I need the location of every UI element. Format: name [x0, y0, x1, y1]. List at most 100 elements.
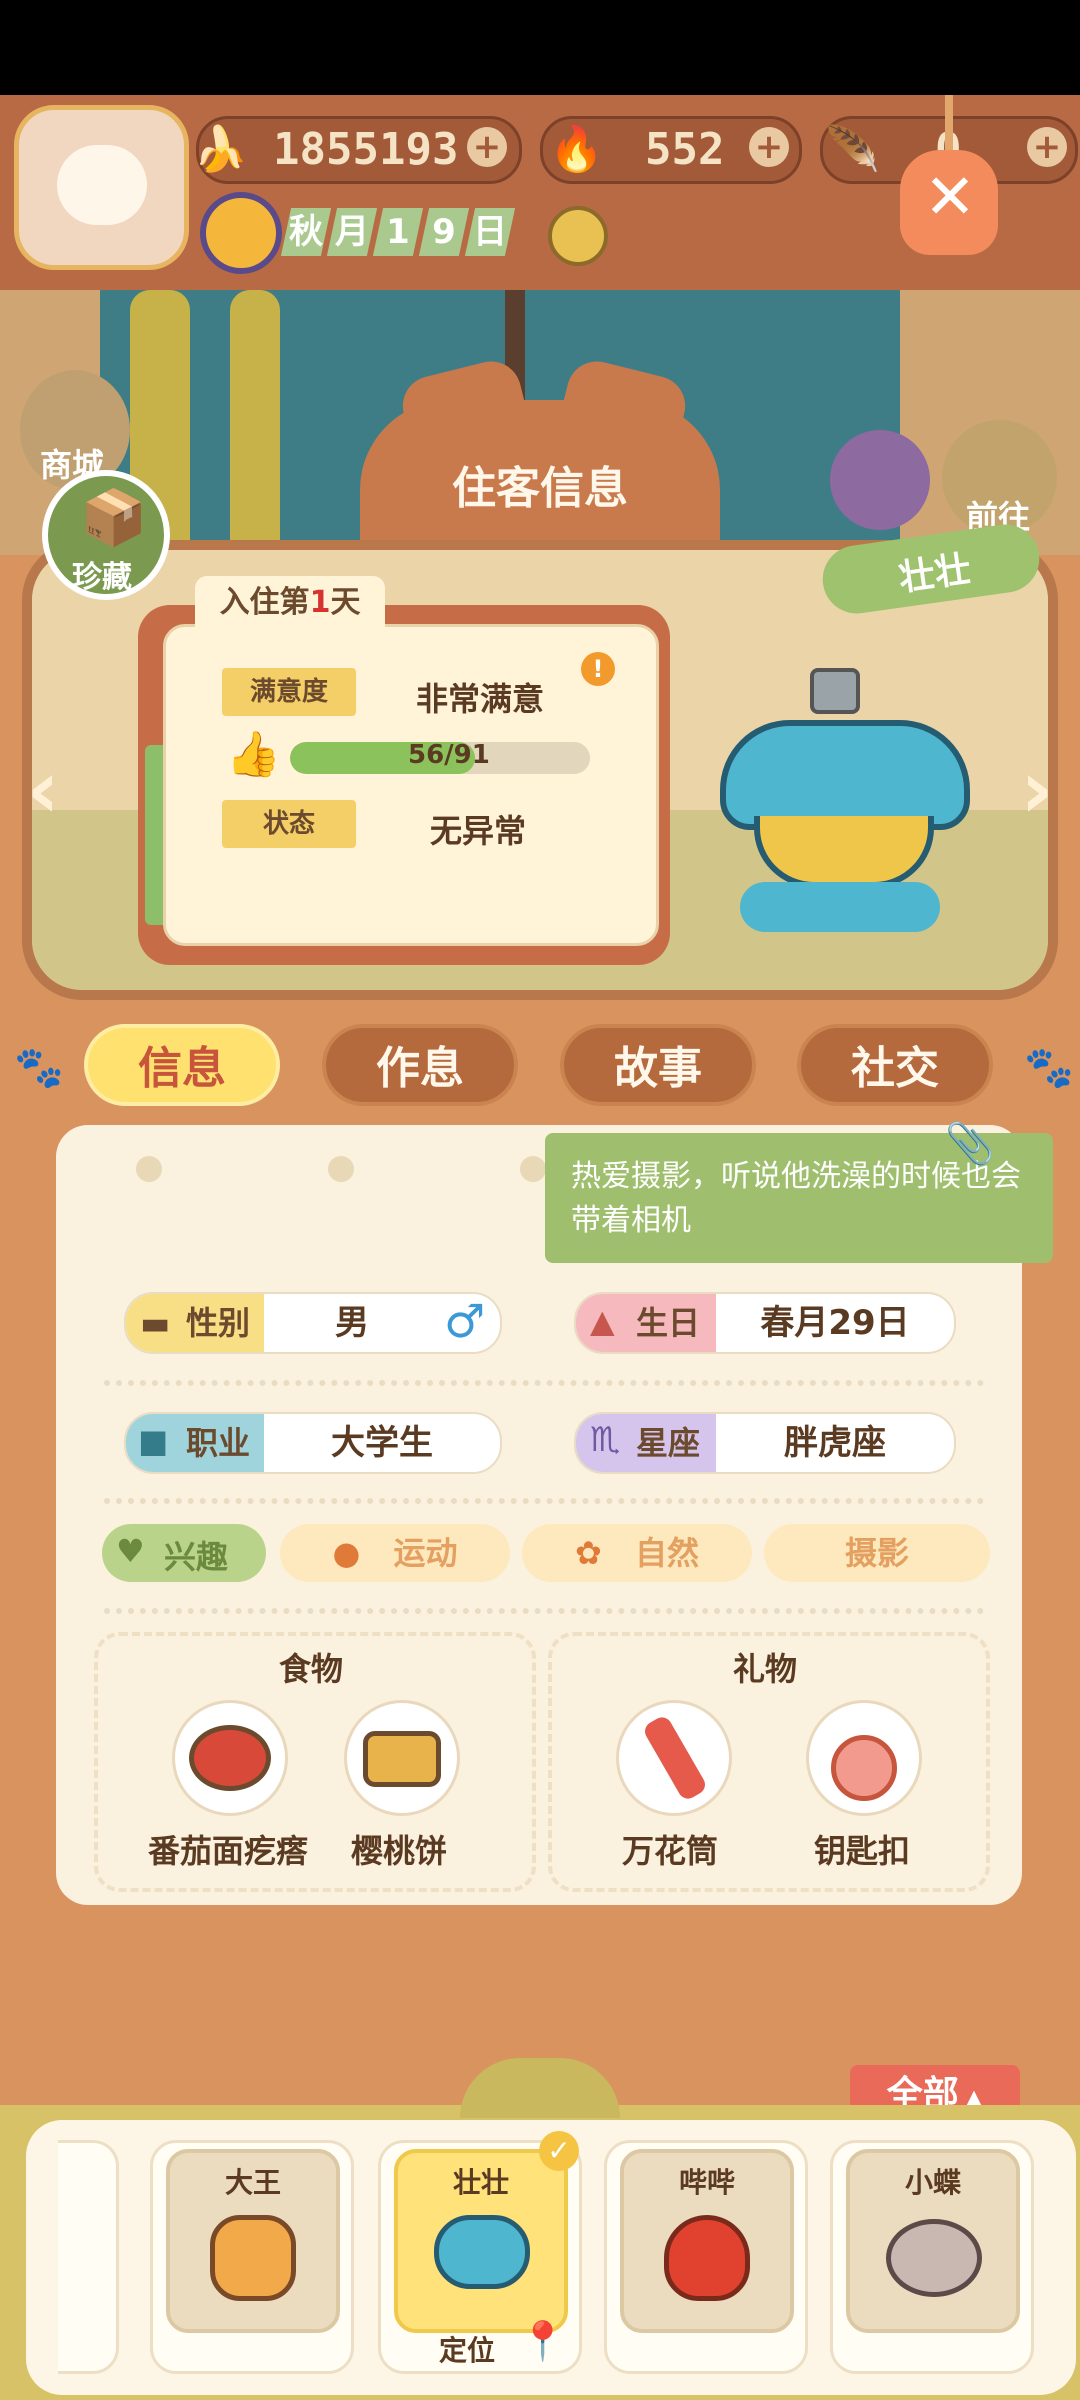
gift-item-kaleidoscope[interactable]: [616, 1700, 732, 1816]
status-label: 状态: [222, 800, 356, 848]
gift-item-keychain[interactable]: [806, 1700, 922, 1816]
interests-label: ♥ 兴趣: [102, 1524, 266, 1582]
purple-heart-button[interactable]: [830, 430, 930, 530]
day-night-icon: [200, 192, 282, 274]
add-flame-button[interactable]: +: [749, 127, 789, 167]
satisfaction-progress-text: 56/91: [408, 742, 490, 770]
heart-icon: ♥: [116, 1532, 145, 1570]
date-digit: 9: [418, 208, 470, 256]
divider: [104, 1498, 984, 1504]
resident-portrait: [434, 2215, 530, 2289]
thumbs-up-icon: 👍: [226, 729, 281, 780]
stay-days-count: 1: [309, 585, 331, 620]
resident-portrait: [664, 2215, 750, 2301]
gender-field: 性别 ▬ 男 ♂: [124, 1292, 502, 1354]
resident-portrait: [210, 2215, 296, 2301]
birthday-value: 春月29日: [760, 1303, 910, 1343]
stay-days: 入住第1天: [195, 576, 385, 630]
resident-portrait: [886, 2219, 982, 2297]
date-season: 秋: [280, 208, 332, 256]
briefcase-icon: ■: [138, 1422, 169, 1460]
flame-resource: 🔥 552 +: [540, 116, 802, 184]
satisfaction-progress: 56/91: [290, 742, 590, 774]
resident-slot[interactable]: [58, 2140, 119, 2374]
avatar-face-icon: [57, 145, 147, 225]
resident-slot-xiaodie[interactable]: 小蝶: [830, 2140, 1034, 2374]
resident-slot-bibi[interactable]: 哔哔: [604, 2140, 808, 2374]
flame-count: 552: [645, 124, 725, 175]
prev-resident-arrow[interactable]: ‹: [10, 745, 76, 835]
camera-icon: [810, 668, 860, 714]
paw-icon: 🐾: [1024, 1045, 1074, 1091]
cake-icon: ▲: [590, 1302, 615, 1340]
banana-icon: 🍌: [193, 124, 248, 175]
feather-icon: 🪶: [825, 124, 880, 175]
resident-slot-name: 大王: [224, 2166, 281, 2199]
date-day: 日: [464, 208, 516, 256]
resident-slot-dawang[interactable]: 大王: [150, 2140, 354, 2374]
tab-info[interactable]: 信息: [84, 1024, 280, 1106]
date-display: 秋 月 1 9 日: [280, 208, 526, 264]
divider: [104, 1608, 984, 1614]
collection-label: 珍藏: [72, 560, 132, 595]
flower-icon: ✿: [575, 1534, 602, 1572]
avatar[interactable]: [14, 105, 189, 270]
interest-chip: 摄影: [764, 1524, 990, 1582]
zodiac-field: 星座 ♏ 胖虎座: [574, 1412, 956, 1474]
close-icon: ✕: [924, 160, 976, 233]
paperclip-icon: 📎: [945, 1121, 995, 1167]
interest-chip: ● 运动: [280, 1524, 510, 1582]
add-banana-button[interactable]: +: [467, 127, 507, 167]
interest-chip: ✿ 自然: [522, 1524, 752, 1582]
next-resident-arrow[interactable]: ›: [1004, 745, 1070, 835]
satisfaction-value: 非常满意: [416, 680, 545, 718]
job-value: 大学生: [331, 1423, 433, 1463]
satisfaction-label: 满意度: [222, 668, 356, 716]
tab-schedule[interactable]: 作息: [322, 1024, 518, 1106]
tab-social[interactable]: 社交: [797, 1024, 993, 1106]
paper-hole: [136, 1156, 162, 1182]
panel-title: 住客信息: [378, 445, 702, 533]
date-month: 月: [326, 208, 378, 256]
selected-check-icon: ✓: [539, 2131, 579, 2171]
collection-button[interactable]: 📦 珍藏: [42, 470, 170, 600]
birthday-field: 生日 ▲ 春月29日: [574, 1292, 956, 1354]
close-string: [945, 95, 953, 155]
banana-resource: 🍌 1855193 +: [193, 116, 522, 184]
male-icon: ♂: [444, 1294, 486, 1348]
food-label: 樱桃饼: [350, 1832, 447, 1870]
resident-slot-zhuangzhuang[interactable]: 壮壮 ✓ 定位 📍: [378, 2131, 582, 2374]
status-value: 无异常: [430, 812, 527, 850]
gender-value: 男: [335, 1303, 369, 1343]
treasure-chest-icon: 📦: [80, 486, 148, 549]
tab-story[interactable]: 故事: [560, 1024, 756, 1106]
add-feather-button[interactable]: +: [1027, 127, 1067, 167]
banana-count: 1855193: [273, 124, 459, 175]
paper-hole: [520, 1156, 546, 1182]
location-pin-icon[interactable]: 📍: [519, 2319, 566, 2364]
zodiac-icon: ♏: [590, 1420, 621, 1460]
blue-flame-icon: 🔥: [549, 124, 604, 175]
date-digit: 1: [372, 208, 424, 256]
paper-hole: [328, 1156, 354, 1182]
resident-character[interactable]: [710, 668, 980, 940]
locate-label[interactable]: 定位: [417, 2329, 517, 2369]
gender-label-icon: ▬: [140, 1304, 171, 1342]
food-item-cherry-pie[interactable]: [344, 1700, 460, 1816]
status-bar: [0, 0, 1080, 95]
resident-name: 壮壮: [896, 548, 974, 600]
goto-button[interactable]: 前往: [942, 420, 1057, 536]
job-field: 职业 ■ 大学生: [124, 1412, 502, 1474]
divider: [104, 1380, 984, 1386]
paw-icon: 🐾: [14, 1045, 64, 1091]
weather-sun-icon: [548, 206, 608, 266]
gift-label: 钥匙扣: [813, 1832, 910, 1870]
resident-slot-name: 哔哔: [678, 2166, 735, 2199]
close-button[interactable]: ✕: [900, 150, 998, 255]
alert-icon[interactable]: !: [581, 652, 615, 686]
food-title: 食物: [278, 1650, 343, 1688]
resident-slot-name: 壮壮: [452, 2166, 509, 2199]
sports-ball-icon: ●: [332, 1534, 361, 1572]
food-item-pasta[interactable]: [172, 1700, 288, 1816]
resident-slot-name: 小蝶: [904, 2166, 961, 2199]
